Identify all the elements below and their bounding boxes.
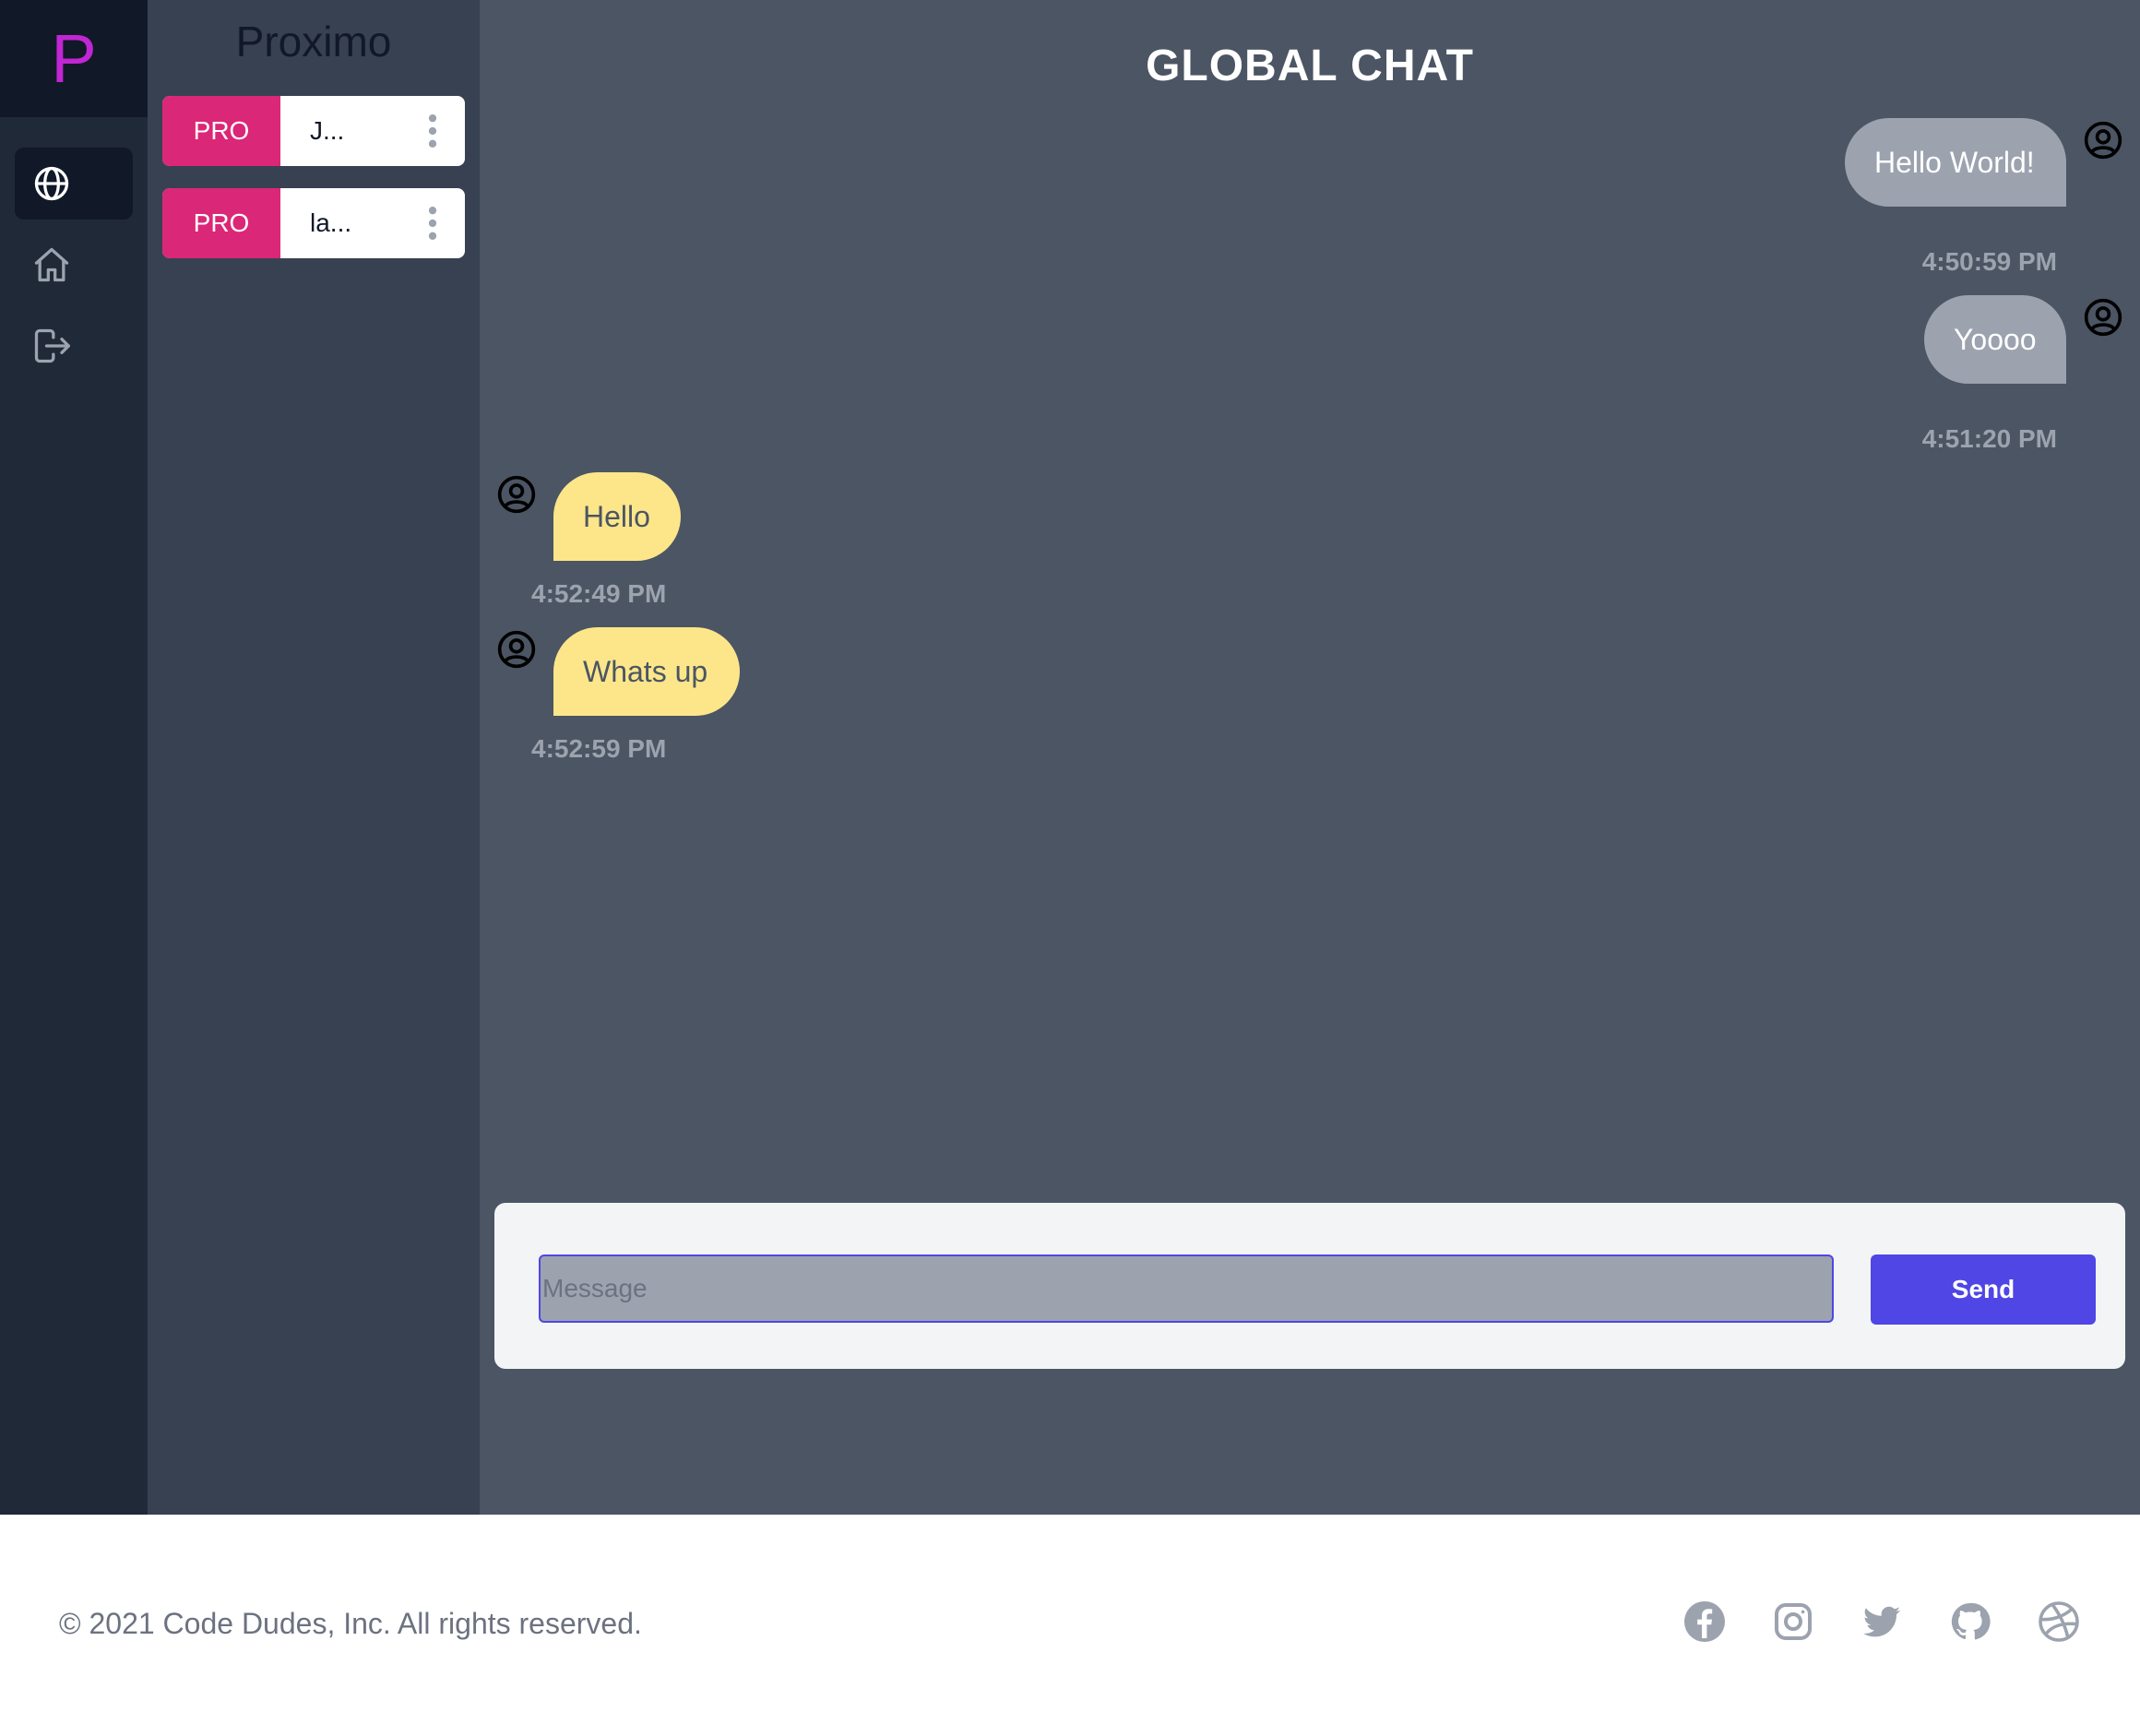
message-composer: Send — [494, 1203, 2125, 1369]
github-link[interactable] — [1948, 1599, 1992, 1644]
home-icon — [34, 247, 69, 282]
instagram-link[interactable] — [1771, 1599, 1815, 1644]
pro-badge: PRO — [162, 96, 280, 166]
nav-logout-button[interactable] — [15, 310, 133, 382]
message-input[interactable] — [539, 1254, 1834, 1323]
copyright-text: © 2021 Code Dudes, Inc. All rights reser… — [59, 1607, 642, 1640]
chat-title: GLOBAL CHAT — [1146, 42, 1474, 90]
brand-title: Proximo — [235, 18, 392, 65]
logout-icon — [34, 328, 70, 363]
logo[interactable]: P — [0, 0, 148, 117]
user-options-button[interactable] — [400, 96, 465, 166]
user-card[interactable]: PRO la... — [162, 188, 465, 258]
pro-badge: PRO — [162, 188, 280, 258]
globe-icon — [34, 166, 69, 201]
icon-rail: P — [0, 0, 148, 1515]
facebook-link[interactable] — [1682, 1599, 1727, 1644]
user-avatar-icon — [497, 475, 536, 514]
instagram-icon — [1775, 1603, 1812, 1640]
send-button[interactable]: Send — [1871, 1254, 2096, 1325]
user-avatar-icon — [2084, 298, 2122, 337]
nav-home-button[interactable] — [15, 229, 133, 301]
user-options-button[interactable] — [400, 188, 465, 258]
user-avatar-icon — [2084, 121, 2122, 160]
message-bubble-incoming: Hello — [553, 472, 681, 561]
facebook-icon — [1684, 1601, 1725, 1642]
message-bubble-outgoing: Hello World! — [1845, 118, 2066, 207]
chat-area: GLOBAL CHAT Hello World! 4:50:59 PM Yooo… — [480, 0, 2140, 1515]
message-bubble-outgoing: Yoooo — [1924, 295, 2066, 384]
message-timestamp: 4:52:59 PM — [531, 734, 667, 763]
message-bubble-incoming: Whats up — [553, 627, 740, 716]
kebab-menu-icon — [428, 114, 437, 148]
kebab-menu-icon — [428, 207, 437, 240]
nav-global-chat-button[interactable] — [15, 148, 133, 220]
user-card[interactable]: PRO J... — [162, 96, 465, 166]
user-avatar-icon — [497, 630, 536, 669]
user-name: J... — [310, 116, 345, 145]
message-timestamp: 4:51:20 PM — [1921, 424, 2057, 453]
github-icon — [1951, 1602, 1991, 1640]
message-timestamp: 4:50:59 PM — [1921, 247, 2057, 276]
app-shell: P Proximo PRO J... PRO la... GLOBAL CHAT… — [0, 0, 2140, 1515]
message-timestamp: 4:52:49 PM — [531, 579, 667, 608]
logo-letter: P — [51, 19, 97, 97]
twitter-icon — [1863, 1606, 1900, 1637]
twitter-link[interactable] — [1860, 1599, 1904, 1644]
users-panel: Proximo PRO J... PRO la... — [148, 0, 480, 1515]
dribbble-icon — [2039, 1601, 2079, 1642]
footer: © 2021 Code Dudes, Inc. All rights reser… — [0, 1515, 2140, 1736]
user-name: la... — [310, 208, 352, 237]
dribbble-link[interactable] — [2037, 1599, 2081, 1644]
